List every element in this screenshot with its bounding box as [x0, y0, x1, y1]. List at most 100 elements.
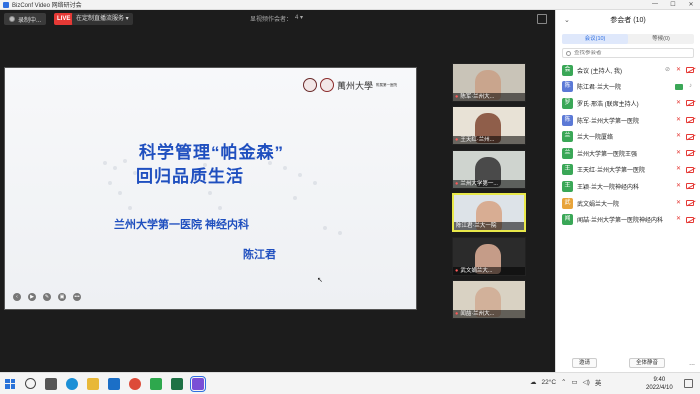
search-icon[interactable] [25, 378, 36, 389]
mic-muted-icon[interactable]: ✕ [675, 216, 682, 223]
chrome-icon[interactable] [129, 377, 141, 390]
participant-name: 王颖·兰大一院神经内科 [577, 184, 639, 191]
video-tile[interactable]: ● 闻喆·兰州大... [452, 279, 526, 319]
bizconf-icon[interactable] [190, 375, 206, 392]
chevron-up-icon[interactable]: ⌃ [561, 378, 566, 386]
video-off-icon[interactable] [686, 150, 694, 157]
previous-slide-icon[interactable]: ‹ [13, 293, 21, 301]
more-icon[interactable]: ••• [73, 293, 81, 301]
live-service-dropdown[interactable]: 在定制直播流服务 ▾ [72, 13, 133, 25]
meeting-toolbar: 录制中... LIVE 在定制直播流服务 ▾ 显视频作会者： 4 ▾ [0, 10, 555, 28]
mic-muted-icon[interactable]: ✕ [675, 117, 682, 124]
participant-row[interactable]: 罗罗氏·邢浩 (联席主持人) ✕ [556, 95, 700, 112]
mic-muted-icon[interactable]: ✕ [675, 67, 682, 74]
video-off-icon[interactable] [686, 100, 694, 107]
shared-slide: 萬州大學 附属第一医院 科学管理“帕金森” 回归品质生活 兰州大学第一医院 神经… [4, 67, 417, 310]
tab-waiting[interactable]: 等候(0) [628, 34, 694, 44]
mic-muted-icon[interactable]: ✕ [675, 183, 682, 190]
view-options-value: 4 ▾ [295, 15, 304, 21]
edge-icon[interactable] [66, 377, 78, 390]
recording-button[interactable]: 录制中... [4, 13, 47, 25]
network-icon[interactable]: ▭ [571, 378, 577, 386]
video-off-icon[interactable] [686, 67, 694, 74]
microphone-icon[interactable]: ♪ [687, 83, 694, 90]
participant-controls: ✕ [675, 133, 694, 140]
pen-icon[interactable]: ✎ [43, 293, 51, 301]
mic-muted-icon[interactable]: ✕ [675, 200, 682, 207]
participant-controls: ✕ [675, 166, 694, 173]
start-menu-icon[interactable] [5, 378, 15, 389]
slide-controls: ‹ ▶ ✎ ▣ ••• [13, 293, 81, 301]
volume-icon[interactable]: ◁) [583, 378, 590, 386]
mic-muted-icon[interactable]: ✕ [675, 150, 682, 157]
play-icon[interactable]: ▶ [28, 293, 36, 301]
screen-icon[interactable]: ▣ [58, 293, 66, 301]
participant-row[interactable]: 武武文娟兰大一院 ✕ [556, 195, 700, 212]
mic-muted-icon: ● [455, 267, 459, 274]
recording-label: 录制中... [18, 17, 42, 24]
avatar: 王 [562, 164, 573, 176]
hospital-logo: 萬州大學 附属第一医院 [303, 78, 397, 92]
maximize-icon[interactable]: ☐ [664, 1, 682, 8]
slide-title-line1: 科学管理“帕金森” [139, 143, 284, 162]
more-options-button[interactable]: ... [689, 360, 695, 367]
participant-controls: ✕ [675, 150, 694, 157]
panel-header: ⌄ 参会者 (10) [556, 10, 700, 30]
participant-row[interactable]: 闻闻喆·兰州大学第一医院神经内科 ✕ [556, 211, 700, 228]
participant-tabs: 会议(10) 等候(0) [562, 34, 694, 44]
mute-all-button[interactable]: 全体静音 [629, 358, 666, 368]
mic-muted-icon[interactable]: ✕ [675, 166, 682, 173]
logo-text: 萬州大學 [337, 81, 374, 92]
mic-muted-icon[interactable]: ✕ [675, 100, 682, 107]
file-explorer-icon[interactable] [87, 377, 99, 390]
video-tile[interactable]: ● 王天红·兰州... [452, 106, 526, 146]
participant-row[interactable]: 陈陈江君·兰大一院 ♪ [556, 79, 700, 96]
mic-muted-icon: ● [455, 137, 459, 144]
participant-row[interactable]: 会会议 (主持人, 我) ⊘ ✕ [556, 62, 700, 79]
video-tile-label: 陈江君·兰大一院 [456, 223, 497, 230]
video-off-icon[interactable] [686, 133, 694, 140]
participant-row[interactable]: 兰兰州大学第一医院王强 ✕ [556, 145, 700, 162]
video-off-icon[interactable] [686, 216, 694, 223]
video-off-icon[interactable] [686, 166, 694, 173]
participants-panel: ⌄ 参会者 (10) 会议(10) 等候(0) 会会议 (主持人, 我)⊘✕陈陈… [555, 10, 700, 372]
minimize-icon[interactable]: — [646, 1, 664, 8]
input-method[interactable]: 英 [595, 377, 602, 387]
view-options[interactable]: 显视频作会者： 4 ▾ [250, 14, 303, 23]
fullscreen-icon[interactable] [537, 14, 547, 24]
participant-name: 王天红·兰州大学第一医院 [577, 168, 645, 175]
clock-time: 9:40 [653, 377, 666, 383]
mic-muted-icon: ● [455, 180, 459, 187]
video-off-icon[interactable] [686, 183, 694, 190]
avatar: 兰 [562, 131, 573, 143]
excel-icon[interactable] [171, 377, 183, 390]
video-tile-active-speaker[interactable]: 陈江君·兰大一院 [452, 193, 526, 233]
mic-muted-icon[interactable]: ✕ [675, 133, 682, 140]
wechat-icon[interactable] [150, 377, 162, 390]
video-off-icon[interactable] [686, 117, 694, 124]
video-on-icon[interactable] [675, 83, 683, 90]
participant-controls: ✕ [675, 117, 694, 124]
search-input[interactable] [574, 50, 684, 56]
participant-row[interactable]: 王王天红·兰州大学第一医院 ✕ [556, 162, 700, 179]
participant-row[interactable]: 陈陈军·兰州大学第一医院 ✕ [556, 112, 700, 129]
tab-in-meeting[interactable]: 会议(10) [562, 34, 628, 44]
chevron-down-icon[interactable]: ⌄ [564, 16, 570, 24]
clock[interactable]: 9:40 2022/4/10 [646, 376, 673, 392]
outlook-icon[interactable] [108, 377, 120, 390]
participant-name: 会议 (主持人, 我) [577, 68, 622, 75]
participant-row[interactable]: 兰兰大一院厦络 ✕ [556, 128, 700, 145]
invite-button[interactable]: 邀请 [572, 358, 598, 368]
meeting-area: 录制中... LIVE 在定制直播流服务 ▾ 显视频作会者： 4 ▾ 萬州大學 … [0, 10, 555, 372]
video-tile[interactable]: ● 兰州大学第一... [452, 149, 526, 189]
video-off-icon[interactable] [686, 200, 694, 207]
avatar: 罗 [562, 97, 573, 109]
participant-row[interactable]: 王王颖·兰大一院神经内科 ✕ [556, 178, 700, 195]
video-tile[interactable]: ● 陈军·兰州大... [452, 63, 526, 102]
video-tile[interactable]: ● 武文娟兰大... [452, 236, 526, 276]
task-view-icon[interactable] [45, 377, 57, 390]
notification-icon[interactable] [684, 379, 693, 388]
close-icon[interactable]: ✕ [682, 1, 700, 8]
participant-name: 陈军·兰州大学第一医院 [577, 118, 639, 125]
app-logo-icon [3, 1, 9, 8]
